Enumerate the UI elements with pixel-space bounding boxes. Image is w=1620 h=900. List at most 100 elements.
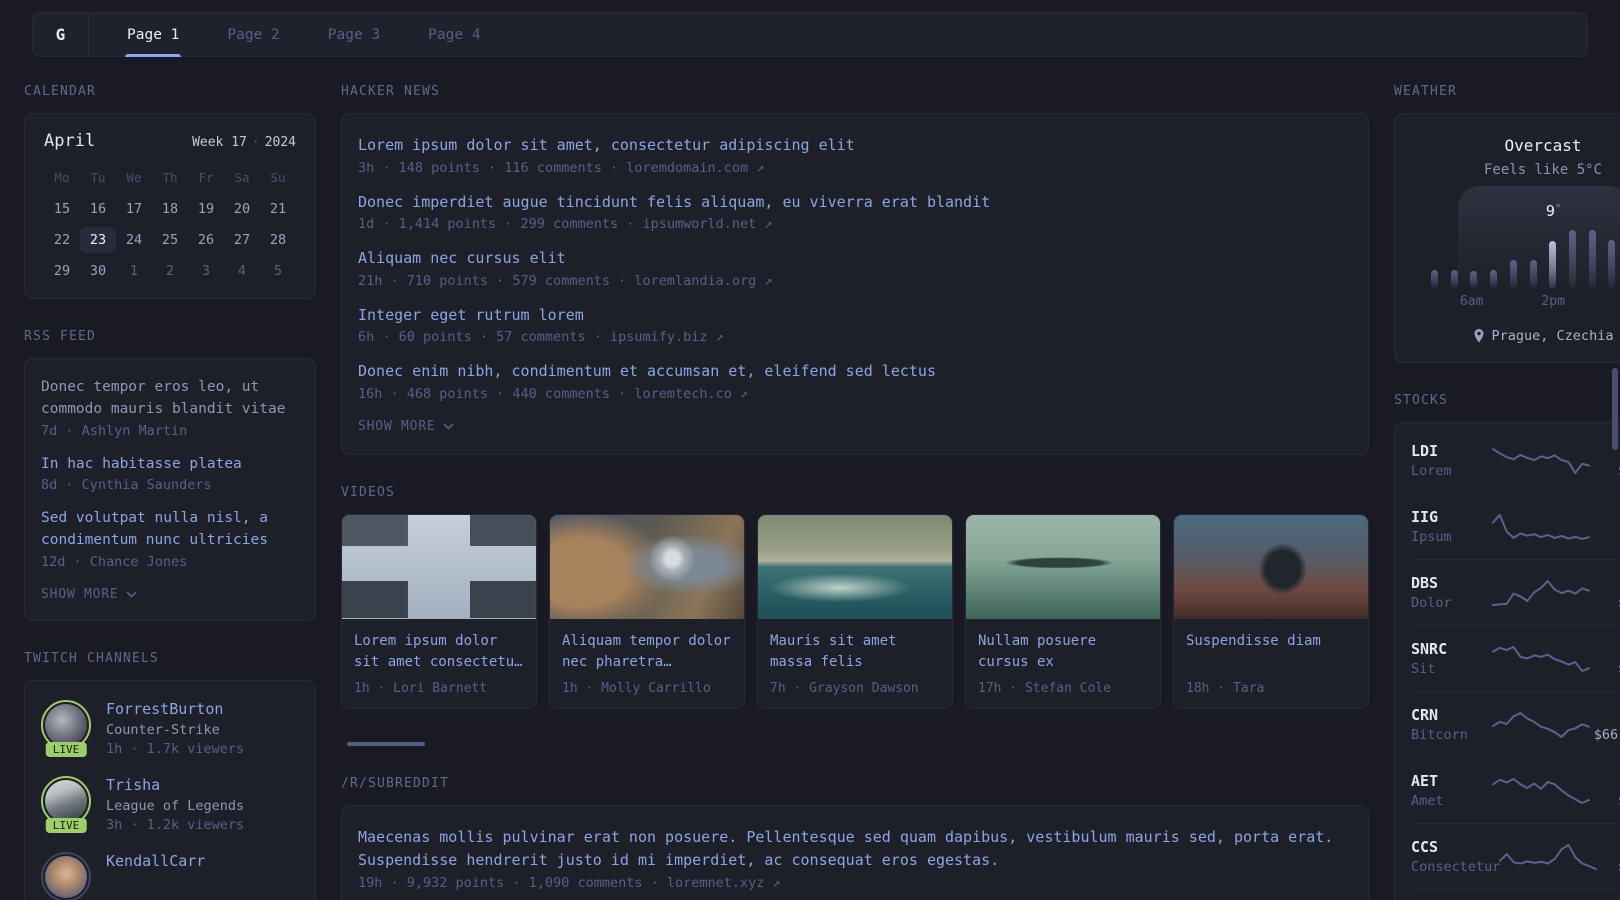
app-logo[interactable]: G xyxy=(33,13,89,56)
calendar-card: April Week 17 · 2024 Mo Tu We Th Fr Sa Su … xyxy=(24,113,316,299)
stock-row[interactable]: DBS Dolor +1.42% $156.28 xyxy=(1411,559,1620,625)
stock-ticker: AET xyxy=(1411,772,1439,790)
calendar-day: 17 xyxy=(125,201,143,217)
page-tabs: Page 1 Page 2 Page 3 Page 4 xyxy=(89,13,519,57)
channel-info: Trisha League of Legends 3h · 1.2k viewe… xyxy=(106,776,244,833)
hn-item-link[interactable]: Lorem ipsum dolor sit amet, consectetur … xyxy=(358,134,1352,157)
rss-item-link[interactable]: Sed volutpat nulla nisl, a condimentum n… xyxy=(41,508,299,552)
twitch-section: TWITCH CHANNELS LIVE ForrestBurton Count… xyxy=(24,651,316,900)
calendar-grid: Mo Tu We Th Fr Sa Su 15 16 17 18 19 20 2… xyxy=(44,166,296,284)
rss-item: Sed volutpat nulla nisl, a condimentum n… xyxy=(41,508,299,570)
weather-bar xyxy=(1549,241,1557,288)
hn-item-meta[interactable]: 16h · 468 points · 440 comments · loremt… xyxy=(358,386,1352,402)
stock-change: +1.36% xyxy=(1589,640,1620,658)
calendar-day-next-month: 5 xyxy=(273,263,283,279)
rss-header: RSS FEED xyxy=(24,329,96,344)
weather-bar xyxy=(1569,230,1577,288)
subreddit-section: /R/SUBREDDIT Maecenas mollis pulvinar er… xyxy=(341,776,1369,900)
stock-row[interactable]: SNRC Sit +1.36% $148.64 xyxy=(1411,625,1620,691)
channel-info: ForrestBurton Counter-Strike 1h · 1.7k v… xyxy=(106,700,244,757)
weather-header: WEATHER xyxy=(1394,84,1457,99)
hn-item-link[interactable]: Donec imperdiet augue tincidunt felis al… xyxy=(358,191,1352,214)
stock-row[interactable]: AET Amet +0.92% $499.72 xyxy=(1411,757,1620,823)
page-scrollbar-thumb[interactable] xyxy=(1612,368,1618,450)
tab-page-3[interactable]: Page 3 xyxy=(304,13,404,56)
weather-bar xyxy=(1608,240,1616,288)
stock-sparkline xyxy=(1492,777,1591,804)
channel-meta: 3h · 1.2k viewers xyxy=(106,816,245,833)
hn-item-link[interactable]: Integer eget rutrum lorem xyxy=(358,304,1352,327)
channel-name-link[interactable]: ForrestBurton xyxy=(106,700,244,718)
rss-item-link[interactable]: In hac habitasse platea xyxy=(41,454,299,476)
rss-item-link[interactable]: Donec tempor eros leo, ut commodo mauris… xyxy=(41,377,299,421)
twitch-channel-row[interactable]: LIVE ForrestBurton Counter-Strike 1h · 1… xyxy=(41,699,299,757)
video-title-link[interactable]: Nullam posuere cursus ex xyxy=(978,631,1148,673)
twitch-channel-row[interactable]: LIVE Trisha League of Legends 3h · 1.2k … xyxy=(41,775,299,833)
stock-ticker: LDI xyxy=(1411,442,1439,460)
weekday-label: Sa xyxy=(234,170,250,185)
calendar-day-next-month: 2 xyxy=(165,263,175,279)
reddit-post-meta[interactable]: 19h · 9,932 points · 1,090 comments · lo… xyxy=(358,875,1352,891)
stock-row[interactable]: CRN Bitcorn -1.00% $66,171.48 xyxy=(1411,691,1620,757)
stock-row[interactable]: AHS +0.46% xyxy=(1411,889,1620,900)
hn-item-link[interactable]: Aliquam nec cursus elit xyxy=(358,247,1352,270)
topbar: G Page 1 Page 2 Page 3 Page 4 xyxy=(32,12,1588,57)
weather-bar xyxy=(1509,260,1517,288)
weather-bars xyxy=(1431,228,1620,288)
calendar-header: CALENDAR xyxy=(24,84,96,99)
show-more-label: SHOW MORE xyxy=(358,418,436,434)
twitch-channel-row[interactable]: KendallCarr xyxy=(41,851,299,900)
tab-page-2[interactable]: Page 2 xyxy=(203,13,303,56)
stock-row[interactable]: LDILorem +4.35%$795.18 xyxy=(1411,428,1620,493)
hacker-news-card: Lorem ipsum dolor sit amet, consectetur … xyxy=(341,113,1369,455)
stock-name: Consectetur xyxy=(1411,859,1501,875)
calendar-day: 28 xyxy=(269,232,287,248)
hn-item-meta[interactable]: 6h · 60 points · 57 comments · ipsumify.… xyxy=(358,329,1352,345)
channel-info: KendallCarr xyxy=(106,852,205,900)
stock-ticker: IIG xyxy=(1411,508,1439,526)
video-meta: 1h · Molly Carrillo xyxy=(562,680,711,696)
stock-name: Bitcorn xyxy=(1411,727,1468,743)
rss-show-more-button[interactable]: SHOW MORE xyxy=(41,587,299,602)
stock-row[interactable]: CCS Consectetur +0.51% $165.84 xyxy=(1411,823,1620,889)
hn-item-meta[interactable]: 21h · 710 points · 579 comments · loreml… xyxy=(358,273,1352,289)
calendar-day: 19 xyxy=(197,201,215,217)
tab-page-1[interactable]: Page 1 xyxy=(103,13,203,57)
stock-row[interactable]: IIG Ipsum +2.84% $42.04 xyxy=(1411,493,1620,559)
hn-item-meta[interactable]: 1d · 1,414 points · 299 comments · ipsum… xyxy=(358,216,1352,232)
weather-location-text: Prague, Czechia xyxy=(1491,328,1614,344)
channel-name-link[interactable]: Trisha xyxy=(106,776,244,794)
weekday-label: We xyxy=(126,170,142,185)
weather-bar xyxy=(1450,270,1458,288)
weather-tick-label: 6am xyxy=(1459,294,1484,309)
rss-item: In hac habitasse platea 8d · Cynthia Sau… xyxy=(41,454,299,494)
stock-price: $42.04 xyxy=(1589,529,1620,545)
video-card[interactable]: Suspendisse diam 18h · Tara xyxy=(1173,513,1369,709)
video-card[interactable]: Lorem ipsum dolor sit amet consectetu… 1… xyxy=(341,513,537,709)
weather-hourly-chart: 9° 6am2pm10pm xyxy=(1425,186,1620,309)
hn-item-meta[interactable]: 3h · 148 points · 116 comments · loremdo… xyxy=(358,160,1352,176)
hn-show-more-button[interactable]: SHOW MORE xyxy=(358,419,1352,434)
stock-sparkline xyxy=(1492,447,1591,474)
video-card[interactable]: Aliquam tempor dolor nec pharetra… 1h · … xyxy=(549,513,745,709)
calendar-week-label: Week 17 · 2024 xyxy=(192,135,296,150)
video-title-link[interactable]: Aliquam tempor dolor nec pharetra… xyxy=(562,631,732,673)
calendar-day: 18 xyxy=(161,201,179,217)
channel-name-link[interactable]: KendallCarr xyxy=(106,852,205,870)
video-title-link[interactable]: Suspendisse diam xyxy=(1186,631,1356,673)
tab-page-4[interactable]: Page 4 xyxy=(404,13,504,56)
rss-card: Donec tempor eros leo, ut commodo mauris… xyxy=(24,358,316,621)
video-card[interactable]: Mauris sit amet massa felis 7h · Grayson… xyxy=(757,513,953,709)
stock-sparkline xyxy=(1492,711,1591,738)
calendar-day: 24 xyxy=(125,232,143,248)
weather-card: Overcast Feels like 5°C 9° 6am2pm10pm Pr… xyxy=(1394,113,1620,363)
weather-bar xyxy=(1588,230,1596,288)
video-card[interactable]: Nullam posuere cursus ex 17h · Stefan Co… xyxy=(965,513,1161,709)
hn-item-link[interactable]: Donec enim nibh, condimentum et accumsan… xyxy=(358,360,1352,383)
chevron-down-icon xyxy=(126,591,138,598)
video-title-link[interactable]: Lorem ipsum dolor sit amet consectetu… xyxy=(354,631,524,673)
hn-item: Lorem ipsum dolor sit amet, consectetur … xyxy=(358,134,1352,176)
video-title-link[interactable]: Mauris sit amet massa felis xyxy=(770,631,940,673)
reddit-post-link[interactable]: Maecenas mollis pulvinar erat non posuer… xyxy=(358,826,1352,873)
carousel-scrollbar-thumb[interactable] xyxy=(347,741,425,746)
